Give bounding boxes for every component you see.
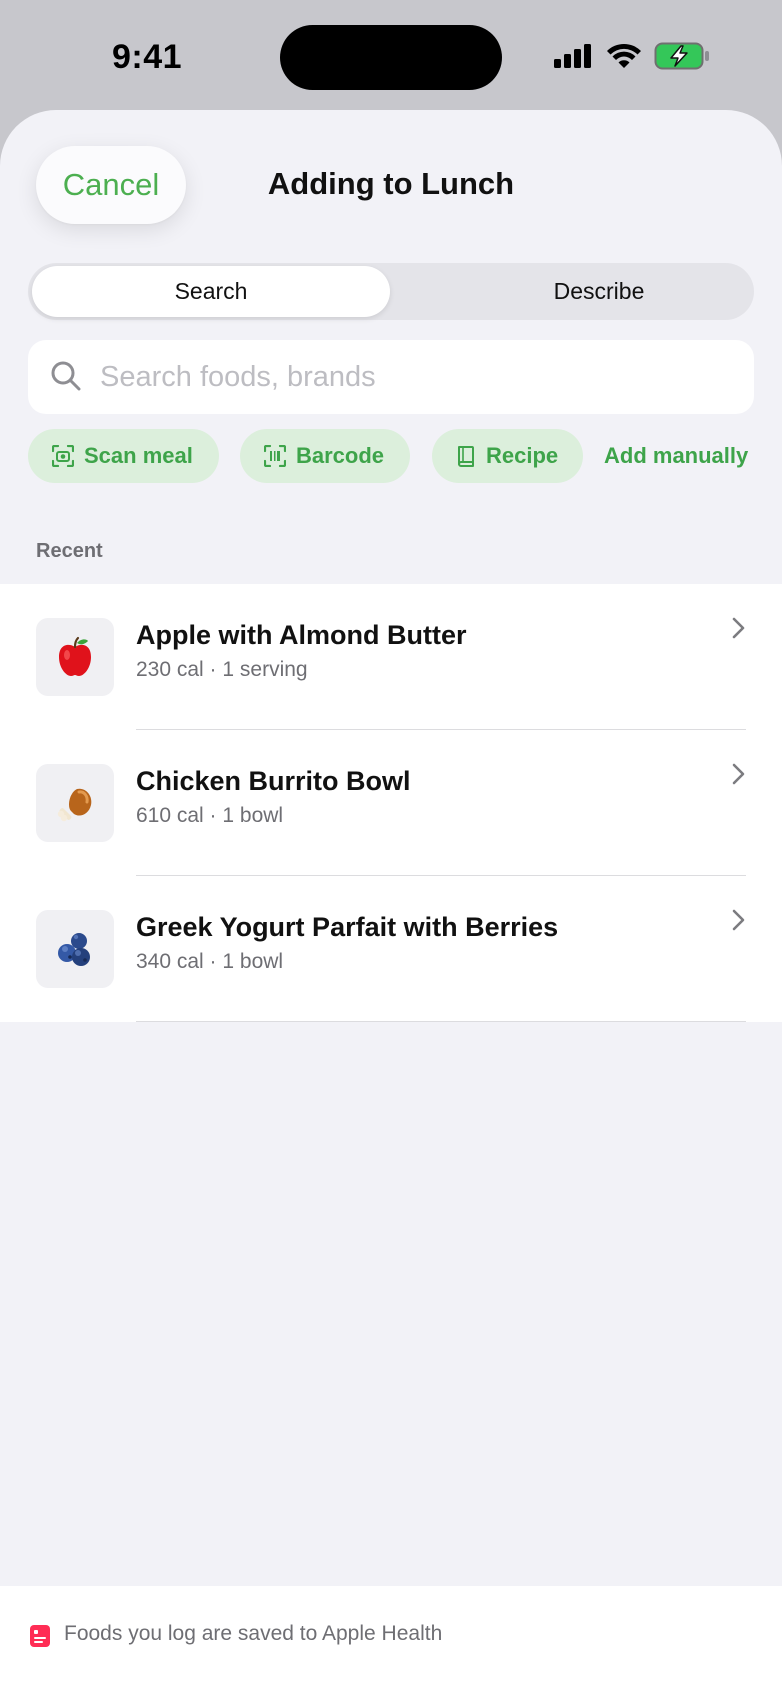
food-name: Chicken Burrito Bowl <box>136 766 411 796</box>
barcode-label: Barcode <box>296 443 385 468</box>
recent-section-header: Recent <box>36 540 103 562</box>
camera-scan-icon <box>52 445 74 467</box>
wifi-icon <box>607 43 641 68</box>
food-detail: 340 cal · 1 bowl <box>136 950 284 973</box>
status-time: 9:41 <box>112 38 183 76</box>
apple-health-icon <box>30 1625 50 1647</box>
search-mode-segmented-control: Search Describe <box>28 263 754 320</box>
status-bar: 9:41 <box>0 0 782 110</box>
recipe-label: Recipe <box>486 443 559 468</box>
barcode-scan-icon <box>264 445 286 467</box>
add-food-sheet: Cancel Adding to Lunch Search Describe S… <box>0 110 782 1700</box>
search-field <box>28 340 754 414</box>
food-name: Greek Yogurt Parfait with Berries <box>136 912 559 942</box>
battery-charging-icon <box>654 42 709 70</box>
list-item[interactable]: Apple with Almond Butter 230 cal · 1 ser… <box>0 584 782 730</box>
food-name: Apple with Almond Butter <box>136 620 467 650</box>
chicken-leg-icon <box>57 788 92 822</box>
chevron-right-icon <box>732 763 745 785</box>
recent-foods-list: Apple with Almond Butter 230 cal · 1 ser… <box>0 584 782 1022</box>
chevron-right-icon <box>732 909 745 931</box>
sheet-title: Adding to Lunch <box>267 166 515 201</box>
apple-icon <box>59 636 91 676</box>
scan-meal-label: Scan meal <box>84 443 193 468</box>
list-item[interactable]: Chicken Burrito Bowl 610 cal · 1 bowl <box>0 730 782 876</box>
list-item[interactable]: Greek Yogurt Parfait with Berries 340 ca… <box>0 876 782 1022</box>
food-thumbnail <box>36 618 114 696</box>
book-icon <box>458 446 474 467</box>
quick-actions: Scan meal Barcode Recipe Add manually <box>28 429 768 483</box>
search-input[interactable] <box>100 340 730 414</box>
chevron-right-icon <box>732 617 745 639</box>
add-manually-link[interactable]: Add manually <box>604 429 748 483</box>
food-thumbnail <box>36 910 114 988</box>
segment-describe[interactable]: Describe <box>420 266 778 317</box>
segment-search[interactable]: Search <box>32 266 390 317</box>
health-notice: Foods you log are saved to Apple Health <box>64 1622 443 1645</box>
dynamic-island <box>280 25 502 90</box>
food-thumbnail <box>36 764 114 842</box>
scan-meal-button[interactable]: Scan meal <box>28 429 219 483</box>
cellular-signal-icon <box>554 44 591 68</box>
search-icon <box>51 361 81 391</box>
health-footer: Foods you log are saved to Apple Health <box>0 1586 782 1700</box>
row-divider <box>136 1021 746 1022</box>
recipe-button[interactable]: Recipe <box>432 429 583 483</box>
food-detail: 230 cal · 1 serving <box>136 658 308 681</box>
barcode-button[interactable]: Barcode <box>240 429 410 483</box>
blueberries-icon <box>58 933 90 966</box>
food-detail: 610 cal · 1 bowl <box>136 804 284 827</box>
